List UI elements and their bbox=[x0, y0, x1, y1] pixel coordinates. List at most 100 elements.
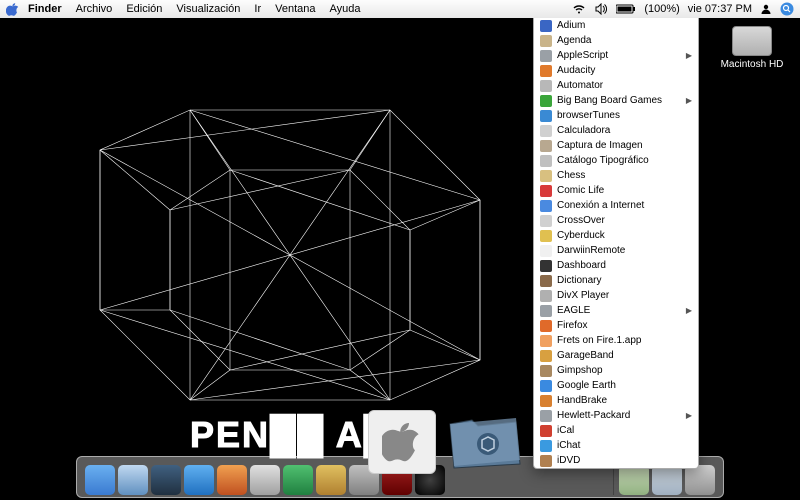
app-menu-item-comic-life[interactable]: Comic Life bbox=[534, 183, 698, 198]
submenu-arrow-icon: ▶ bbox=[686, 306, 692, 315]
app-menu-item-garageband[interactable]: GarageBand bbox=[534, 348, 698, 363]
app-icon bbox=[540, 110, 552, 122]
dock-mail[interactable] bbox=[250, 465, 280, 495]
app-icon bbox=[540, 185, 552, 197]
apple-menu-icon[interactable] bbox=[6, 2, 20, 16]
app-menu[interactable]: Finder bbox=[28, 3, 62, 15]
app-menu-item-big-bang-board-games[interactable]: Big Bang Board Games▶ bbox=[534, 93, 698, 108]
app-label: Cyberduck bbox=[557, 230, 605, 241]
app-icon bbox=[540, 410, 552, 422]
menu-archivo[interactable]: Archivo bbox=[76, 3, 113, 15]
app-menu-item-chess[interactable]: Chess bbox=[534, 168, 698, 183]
applications-folder-tile[interactable] bbox=[442, 410, 526, 474]
app-icon bbox=[540, 275, 552, 287]
app-icon bbox=[540, 395, 552, 407]
app-menu-item-eagle[interactable]: EAGLE▶ bbox=[534, 303, 698, 318]
app-menu-item-applescript[interactable]: AppleScript▶ bbox=[534, 48, 698, 63]
spotlight-icon[interactable] bbox=[780, 2, 794, 16]
app-icon bbox=[540, 425, 552, 437]
app-label: Dictionary bbox=[557, 275, 601, 286]
app-icon bbox=[540, 80, 552, 92]
app-label: Gimpshop bbox=[557, 365, 603, 376]
dock-documents-stack[interactable] bbox=[652, 465, 682, 495]
app-menu-item-adium[interactable]: Adium bbox=[534, 18, 698, 33]
app-icon bbox=[540, 155, 552, 167]
app-label: DivX Player bbox=[557, 290, 609, 301]
menu-edicion[interactable]: Edición bbox=[126, 3, 162, 15]
menu-ir[interactable]: Ir bbox=[254, 3, 261, 15]
app-menu-item-agenda[interactable]: Agenda bbox=[534, 33, 698, 48]
app-icon bbox=[540, 215, 552, 227]
app-label: DarwiinRemote bbox=[557, 245, 625, 256]
app-menu-item-ichat[interactable]: iChat bbox=[534, 438, 698, 453]
dock-desktop-stack[interactable] bbox=[619, 465, 649, 495]
menu-ayuda[interactable]: Ayuda bbox=[330, 3, 361, 15]
app-menu-item-automator[interactable]: Automator bbox=[534, 78, 698, 93]
app-icon bbox=[540, 380, 552, 392]
app-icon bbox=[540, 245, 552, 257]
app-menu-item-browsertunes[interactable]: browserTunes bbox=[534, 108, 698, 123]
app-menu-item-cyberduck[interactable]: Cyberduck bbox=[534, 228, 698, 243]
menu-ventana[interactable]: Ventana bbox=[275, 3, 315, 15]
battery-percent: (100%) bbox=[644, 3, 679, 15]
app-icon bbox=[540, 200, 552, 212]
menubar: Finder Archivo Edición Visualización Ir … bbox=[0, 0, 800, 18]
app-icon bbox=[540, 35, 552, 47]
dock-safari[interactable] bbox=[118, 465, 148, 495]
app-label: Dashboard bbox=[557, 260, 606, 271]
app-icon bbox=[540, 65, 552, 77]
app-menu-item-calculadora[interactable]: Calculadora bbox=[534, 123, 698, 138]
dock-itunes[interactable] bbox=[283, 465, 313, 495]
app-label: iCal bbox=[557, 425, 574, 436]
app-label: browserTunes bbox=[557, 110, 620, 121]
app-menu-item-frets-on-fire-1-app[interactable]: Frets on Fire.1.app bbox=[534, 333, 698, 348]
app-menu-item-idvd[interactable]: iDVD bbox=[534, 453, 698, 468]
applications-menu: AdiumAgendaAppleScript▶AudacityAutomator… bbox=[533, 18, 699, 469]
dock-google-earth[interactable] bbox=[151, 465, 181, 495]
app-menu-item-dictionary[interactable]: Dictionary bbox=[534, 273, 698, 288]
app-menu-item-divx-player[interactable]: DivX Player bbox=[534, 288, 698, 303]
app-menu-item-conexi-n-a-internet[interactable]: Conexión a Internet bbox=[534, 198, 698, 213]
macintosh-hd-icon[interactable]: Macintosh HD bbox=[720, 26, 784, 70]
app-icon bbox=[540, 335, 552, 347]
app-icon bbox=[540, 365, 552, 377]
app-menu-item-handbrake[interactable]: HandBrake bbox=[534, 393, 698, 408]
app-menu-item-google-earth[interactable]: Google Earth bbox=[534, 378, 698, 393]
app-menu-item-captura-de-imagen[interactable]: Captura de Imagen bbox=[534, 138, 698, 153]
app-menu-item-crossover[interactable]: CrossOver bbox=[534, 213, 698, 228]
app-menu-item-dashboard[interactable]: Dashboard bbox=[534, 258, 698, 273]
app-label: Calculadora bbox=[557, 125, 610, 136]
app-icon bbox=[540, 125, 552, 137]
app-menu-item-cat-logo-tipogr-fico[interactable]: Catálogo Tipográfico bbox=[534, 153, 698, 168]
app-menu-item-audacity[interactable]: Audacity bbox=[534, 63, 698, 78]
dock-firefox[interactable] bbox=[217, 465, 247, 495]
dock-iphoto[interactable] bbox=[316, 465, 346, 495]
app-label: Catálogo Tipográfico bbox=[557, 155, 649, 166]
app-menu-item-ical[interactable]: iCal bbox=[534, 423, 698, 438]
app-menu-item-gimpshop[interactable]: Gimpshop bbox=[534, 363, 698, 378]
menu-visualizacion[interactable]: Visualización bbox=[176, 3, 240, 15]
app-label: Adium bbox=[557, 20, 585, 31]
volume-icon[interactable] bbox=[594, 3, 608, 15]
dock-ichat[interactable] bbox=[184, 465, 214, 495]
app-label: AppleScript bbox=[557, 50, 608, 61]
app-icon bbox=[540, 260, 552, 272]
dock-trash[interactable] bbox=[685, 465, 715, 495]
clock[interactable]: vie 07:37 PM bbox=[688, 3, 752, 15]
app-label: Agenda bbox=[557, 35, 591, 46]
app-label: Google Earth bbox=[557, 380, 616, 391]
app-label: Big Bang Board Games bbox=[557, 95, 662, 106]
apple-tile[interactable] bbox=[368, 410, 436, 474]
app-icon bbox=[540, 170, 552, 182]
dock-finder[interactable] bbox=[85, 465, 115, 495]
app-label: Firefox bbox=[557, 320, 588, 331]
battery-icon[interactable] bbox=[616, 4, 636, 14]
app-menu-item-firefox[interactable]: Firefox bbox=[534, 318, 698, 333]
app-icon bbox=[540, 140, 552, 152]
app-menu-item-hewlett-packard[interactable]: Hewlett-Packard▶ bbox=[534, 408, 698, 423]
user-icon[interactable] bbox=[760, 3, 772, 15]
app-menu-item-darwiinremote[interactable]: DarwiinRemote bbox=[534, 243, 698, 258]
wifi-icon[interactable] bbox=[572, 3, 586, 15]
app-label: Conexión a Internet bbox=[557, 200, 644, 211]
app-label: CrossOver bbox=[557, 215, 605, 226]
